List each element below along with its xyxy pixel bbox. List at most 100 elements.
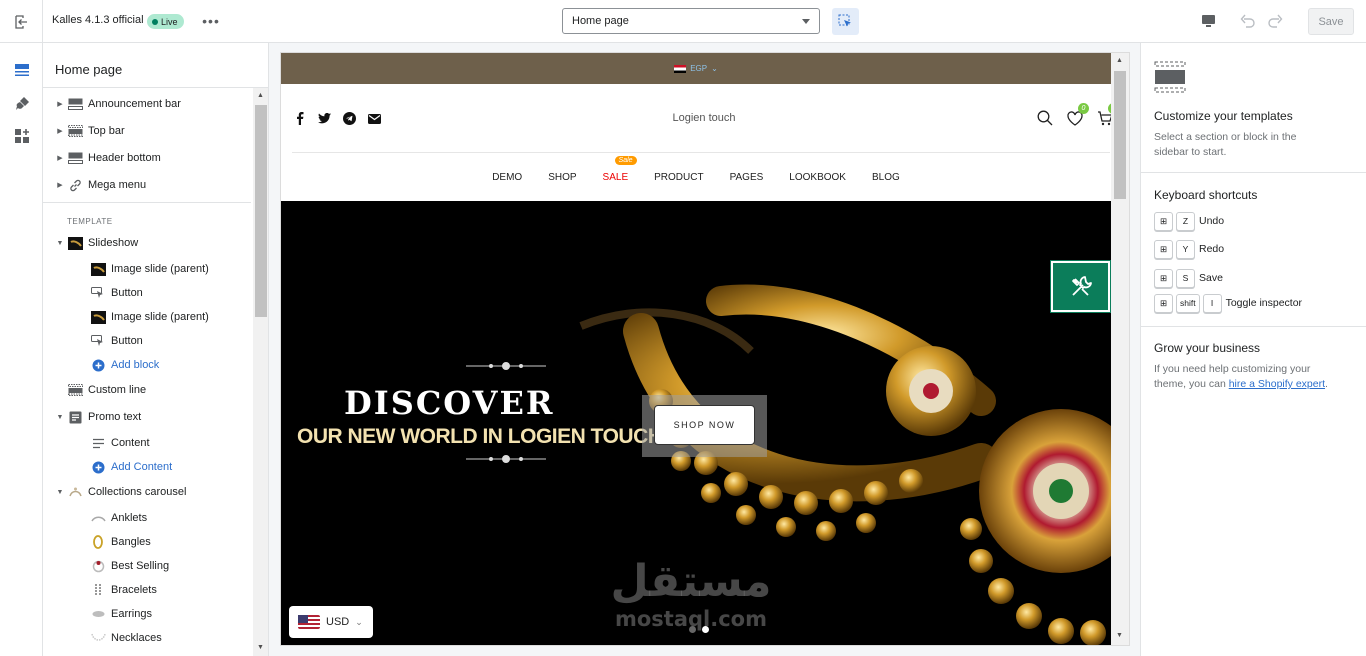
slide-dot-active[interactable] <box>702 626 709 633</box>
scroll-down-icon: ▼ <box>257 644 264 651</box>
sidebar-item-label: Bracelets <box>111 584 157 596</box>
caret-down-icon <box>802 18 810 24</box>
sidebar-item-collection[interactable]: Necklaces <box>43 627 251 649</box>
nav-item-lookbook[interactable]: LOOKBOOK <box>789 172 846 183</box>
sidebar-item-collection[interactable]: Anklets <box>43 507 251 529</box>
sidebar-item-image-slide[interactable]: Image slide (parent) <box>43 258 251 280</box>
scrollbar-thumb[interactable] <box>1114 71 1126 199</box>
nav-item-blog[interactable]: BLOG <box>872 172 900 183</box>
nav-item-pages[interactable]: PAGES <box>730 172 764 183</box>
i-key: I <box>1202 293 1222 313</box>
add-content-label: Add Content <box>111 461 173 473</box>
wishlist-count: 0 <box>1078 103 1089 114</box>
jewelry-thumb-icon <box>90 583 106 597</box>
us-flag-icon <box>298 615 320 629</box>
hero-button-overlay: SHOP NOW <box>642 395 767 457</box>
plus-circle-icon <box>90 460 106 474</box>
rail-sections-button[interactable] <box>9 57 35 83</box>
sidebar-item-custom-line[interactable]: Custom line <box>43 379 251 401</box>
sidebar-item-announcement-bar[interactable]: ▶ Announcement bar <box>43 93 251 115</box>
sidebar-item-label: Necklaces <box>111 632 162 644</box>
search-icon[interactable] <box>1037 110 1053 126</box>
sidebar-item-slideshow[interactable]: ▼ Slideshow <box>43 232 251 254</box>
sidebar-item-collection[interactable]: Bangles <box>43 531 251 553</box>
scrollbar-thumb[interactable] <box>255 105 267 317</box>
sidebar-scrollbar[interactable]: ▲ ▼ <box>253 88 268 656</box>
shortcut-toggle-inspector: ⊞ shift I Toggle inspector <box>1154 293 1302 313</box>
tools-icon <box>1071 275 1092 296</box>
sidebar-item-collection[interactable]: Best Selling <box>43 555 251 577</box>
sections-icon <box>15 64 29 76</box>
main-nav: DEMO SHOP SALE Sale PRODUCT PAGES LOOKBOO… <box>281 154 1111 201</box>
editor-topbar: Kalles 4.1.3 official Live ••• Home page… <box>0 0 1366 43</box>
page-selector[interactable]: Home page <box>562 8 820 34</box>
redo-button[interactable] <box>1265 11 1285 31</box>
sidebar-item-collection[interactable]: Earrings <box>43 603 251 625</box>
slideshow-thumb-icon <box>90 310 106 324</box>
button-pointer-icon <box>90 334 106 348</box>
s-key: S <box>1176 268 1195 288</box>
redo-icon <box>1268 14 1283 28</box>
hero-slideshow[interactable]: DISCOVER OUR NEW WORLD IN LOGIEN TOUCH S… <box>281 201 1111 645</box>
layout-section-icon <box>67 151 83 165</box>
template-section-icon <box>1154 61 1186 96</box>
plus-circle-icon <box>90 358 106 372</box>
currency-selector[interactable]: USD ⌄ <box>289 606 373 638</box>
shortcuts-title: Keyboard shortcuts <box>1154 188 1258 202</box>
sidebar-item-label: Bangles <box>111 536 151 548</box>
undo-button[interactable] <box>1238 11 1258 31</box>
sidebar-item-promo-text[interactable]: ▼ Promo text <box>43 406 251 428</box>
rail-theme-settings-button[interactable] <box>9 90 35 116</box>
store-logo[interactable]: Logien touch <box>281 112 1127 124</box>
sidebar-item-label: Header bottom <box>88 152 161 164</box>
add-content-button[interactable]: Add Content <box>43 456 251 478</box>
y-key: Y <box>1176 239 1195 259</box>
sidebar-item-label: Announcement bar <box>88 98 181 110</box>
hire-expert-link[interactable]: hire a Shopify expert <box>1229 378 1325 390</box>
sidebar-item-header-bottom[interactable]: ▶ Header bottom <box>43 147 251 169</box>
nav-item-demo[interactable]: DEMO <box>492 172 522 183</box>
device-preview-button[interactable] <box>1198 11 1218 31</box>
z-key: Z <box>1176 211 1195 231</box>
scroll-up-icon: ▲ <box>1116 57 1123 64</box>
undo-icon <box>1240 14 1255 28</box>
more-actions-button[interactable]: ••• <box>201 11 221 31</box>
template-section-label: TEMPLATE <box>67 217 113 226</box>
announcement-bar[interactable]: EGP ⌄ <box>281 53 1111 84</box>
sections-sidebar: Home page ▶ Announcement bar ▶ Top bar ▶… <box>43 43 269 656</box>
caret-right-icon: ▶ <box>57 155 63 162</box>
caret-right-icon: ▶ <box>57 101 63 108</box>
add-block-button[interactable]: Add block <box>43 354 251 376</box>
exit-button[interactable] <box>0 0 43 43</box>
nav-item-shop[interactable]: SHOP <box>548 172 576 183</box>
shop-now-button[interactable]: SHOP NOW <box>654 405 755 445</box>
save-button[interactable]: Save <box>1308 8 1354 35</box>
sidebar-item-button[interactable]: Button <box>43 330 251 352</box>
nav-sale-label: SALE <box>602 172 629 183</box>
shortcut-redo: ⊞ Y Redo <box>1154 239 1224 259</box>
sale-badge: Sale <box>614 156 637 165</box>
nav-item-product[interactable]: PRODUCT <box>654 172 703 183</box>
sidebar-item-collection[interactable]: Bracelets <box>43 579 251 601</box>
sidebar-item-image-slide[interactable]: Image slide (parent) <box>43 306 251 328</box>
slide-dot[interactable] <box>689 626 696 633</box>
page-select-value: Home page <box>572 15 629 27</box>
sidebar-item-mega-menu[interactable]: ▶ Mega menu <box>43 174 251 196</box>
editor-icon-rail <box>0 43 43 656</box>
preview-scrollbar[interactable]: ▲ ▼ <box>1111 53 1129 645</box>
nav-item-sale[interactable]: SALE Sale <box>602 156 637 183</box>
theme-tools-button[interactable] <box>1050 260 1111 313</box>
rail-apps-button[interactable] <box>9 123 35 149</box>
wishlist-icon[interactable]: 0 <box>1067 103 1089 126</box>
sidebar-item-top-bar[interactable]: ▶ Top bar <box>43 120 251 142</box>
header-actions: 0 0 <box>1037 103 1119 126</box>
sidebar-item-label: Content <box>111 437 150 449</box>
sidebar-item-button[interactable]: Button <box>43 282 251 304</box>
announcement-currency[interactable]: EGP <box>690 64 707 73</box>
hero-subtitle: OUR NEW WORLD IN LOGIEN TOUCH <box>297 425 663 448</box>
sidebar-item-label: Image slide (parent) <box>111 311 209 323</box>
grow-title: Grow your business <box>1154 341 1261 355</box>
sidebar-item-content[interactable]: Content <box>43 432 251 454</box>
sidebar-item-collections-carousel[interactable]: ▼ Collections carousel <box>43 481 251 503</box>
inspector-toggle-button[interactable] <box>832 8 859 35</box>
